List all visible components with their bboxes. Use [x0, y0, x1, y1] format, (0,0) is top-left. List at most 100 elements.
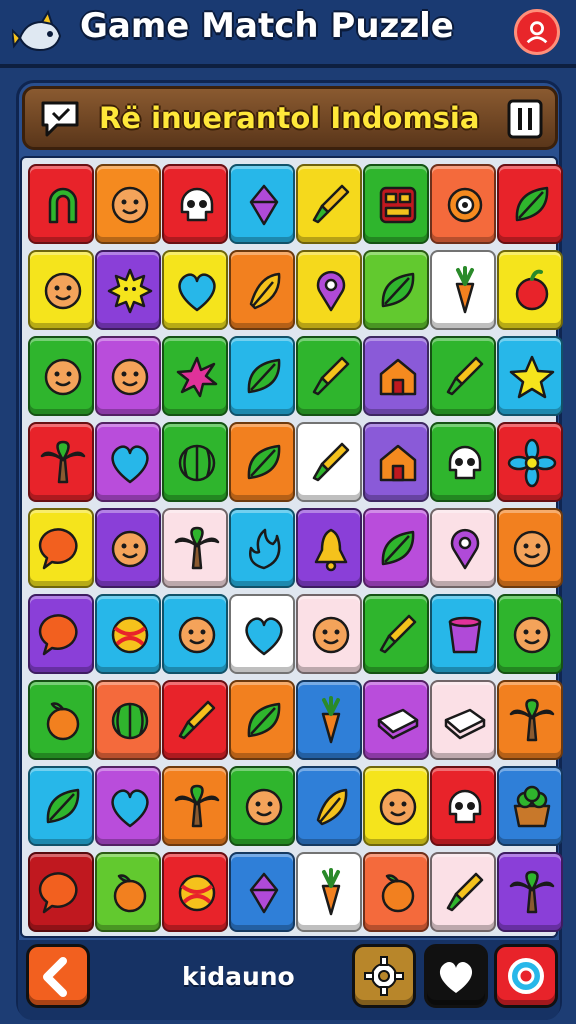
puzzle-tile[interactable] [28, 766, 94, 846]
puzzle-tile[interactable] [95, 422, 161, 502]
flower-icon [507, 438, 557, 488]
puzzle-tile[interactable] [497, 766, 563, 846]
puzzle-tile[interactable] [229, 852, 295, 932]
back-button[interactable] [26, 944, 90, 1008]
splash-icon [176, 356, 218, 398]
pause-icon[interactable] [507, 99, 543, 139]
puzzle-tile[interactable] [296, 852, 362, 932]
puzzle-tile[interactable] [28, 250, 94, 330]
brush-icon [312, 356, 350, 396]
puzzle-tile[interactable] [229, 164, 295, 244]
puzzle-tile[interactable] [229, 680, 295, 760]
hint-button[interactable] [494, 944, 558, 1008]
puzzle-tile[interactable] [229, 594, 295, 674]
puzzle-tile[interactable] [430, 680, 496, 760]
puzzle-tile[interactable] [296, 336, 362, 416]
puzzle-tile[interactable] [28, 422, 94, 502]
puzzle-tile[interactable] [162, 594, 228, 674]
heart-icon [111, 789, 149, 828]
puzzle-tile[interactable] [162, 250, 228, 330]
puzzle-tile[interactable] [162, 766, 228, 846]
feather-icon [316, 788, 348, 826]
puzzle-tile[interactable] [363, 852, 429, 932]
puzzle-tile[interactable] [430, 508, 496, 588]
palm-tree-icon [509, 698, 555, 742]
leaf-icon [247, 358, 281, 394]
puzzle-tile[interactable] [95, 766, 161, 846]
puzzle-tile[interactable] [162, 336, 228, 416]
puzzle-tile[interactable] [363, 422, 429, 502]
puzzle-tile[interactable] [430, 164, 496, 244]
puzzle-tile[interactable] [95, 164, 161, 244]
puzzle-tile[interactable] [497, 164, 563, 244]
palm-tree-icon [174, 526, 220, 570]
puzzle-tile[interactable] [28, 508, 94, 588]
puzzle-tile[interactable] [95, 336, 161, 416]
puzzle-tile[interactable] [296, 508, 362, 588]
puzzle-tile[interactable] [162, 422, 228, 502]
puzzle-tile[interactable] [363, 250, 429, 330]
puzzle-tile[interactable] [296, 594, 362, 674]
puzzle-tile[interactable] [430, 422, 496, 502]
puzzle-tile[interactable] [28, 594, 94, 674]
puzzle-tile[interactable] [363, 164, 429, 244]
carrot-icon [321, 868, 341, 916]
puzzle-tile[interactable] [296, 422, 362, 502]
puzzle-tile[interactable] [497, 508, 563, 588]
puzzle-tile[interactable] [95, 250, 161, 330]
puzzle-tile[interactable] [497, 336, 563, 416]
puzzle-tile[interactable] [363, 594, 429, 674]
skull-icon [448, 445, 482, 480]
puzzle-tile[interactable] [28, 336, 94, 416]
profile-button[interactable] [514, 9, 560, 55]
puzzle-tile[interactable] [95, 680, 161, 760]
puzzle-tile[interactable] [430, 766, 496, 846]
puzzle-tile[interactable] [229, 508, 295, 588]
bell-icon [314, 528, 348, 572]
puzzle-tile[interactable] [363, 508, 429, 588]
like-button[interactable] [424, 944, 488, 1008]
puzzle-tile[interactable] [229, 422, 295, 502]
puzzle-tile[interactable] [95, 508, 161, 588]
puzzle-tile[interactable] [229, 766, 295, 846]
puzzle-tile[interactable] [95, 852, 161, 932]
puzzle-tile[interactable] [28, 680, 94, 760]
puzzle-tile[interactable] [430, 594, 496, 674]
puzzle-tile[interactable] [363, 766, 429, 846]
puzzle-tile[interactable] [296, 164, 362, 244]
flame-icon [249, 528, 281, 570]
puzzle-tile[interactable] [430, 250, 496, 330]
puzzle-tile[interactable] [497, 852, 563, 932]
chat-icon [38, 528, 78, 570]
settings-button[interactable] [352, 944, 416, 1008]
puzzle-tile[interactable] [162, 508, 228, 588]
puzzle-tile[interactable] [229, 250, 295, 330]
puzzle-tile[interactable] [296, 250, 362, 330]
puzzle-tile[interactable] [229, 336, 295, 416]
book-icon [444, 708, 486, 740]
puzzle-tile[interactable] [296, 766, 362, 846]
puzzle-tile[interactable] [95, 594, 161, 674]
puzzle-tile[interactable] [162, 680, 228, 760]
puzzle-tile[interactable] [497, 680, 563, 760]
puzzle-tile[interactable] [497, 250, 563, 330]
puzzle-tile[interactable] [363, 336, 429, 416]
puzzle-tile[interactable] [430, 336, 496, 416]
level-banner: Rë inuerantol Indomsia [22, 86, 558, 150]
chat-bubble-icon[interactable] [37, 95, 83, 141]
puzzle-tile[interactable] [430, 852, 496, 932]
puzzle-tile[interactable] [363, 680, 429, 760]
puzzle-tile[interactable] [162, 164, 228, 244]
top-bar: Game Match Puzzle [0, 0, 576, 68]
carrot-icon [455, 266, 475, 314]
puzzle-tile[interactable] [497, 594, 563, 674]
gem-icon [249, 184, 279, 226]
fruit-icon [381, 874, 415, 913]
puzzle-tile[interactable] [296, 680, 362, 760]
puzzle-tile[interactable] [162, 852, 228, 932]
puzzle-tile[interactable] [497, 422, 563, 502]
brush-icon [312, 442, 350, 482]
puzzle-tile[interactable] [28, 852, 94, 932]
heart-icon [178, 273, 216, 312]
puzzle-tile[interactable] [28, 164, 94, 244]
